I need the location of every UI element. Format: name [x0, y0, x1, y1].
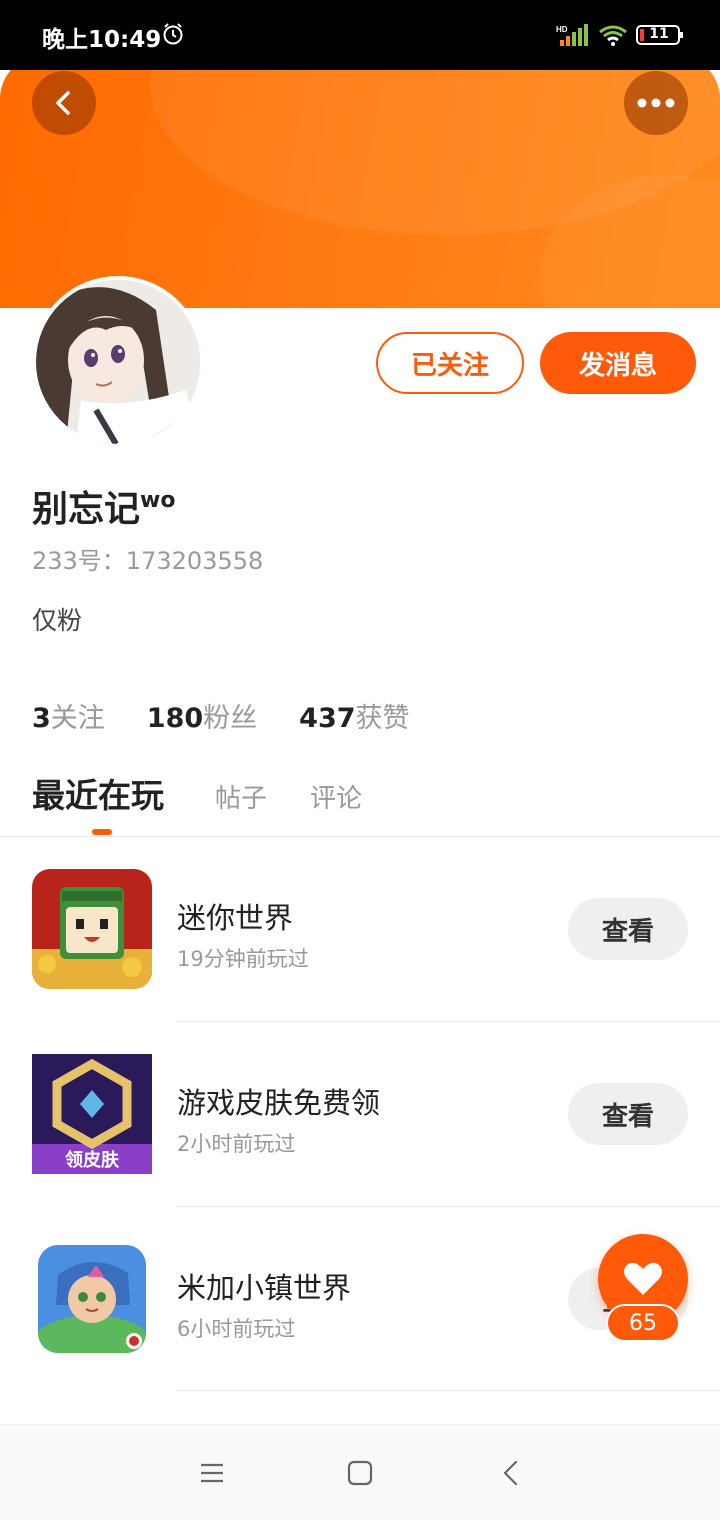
wifi-icon: [599, 25, 627, 46]
skin-icon-text: 领皮肤: [65, 1149, 120, 1171]
menu-icon[interactable]: [198, 1459, 226, 1487]
username: 别忘记wo: [32, 480, 175, 532]
status-bar: 晚上10:49 HD 11: [0, 0, 720, 70]
svg-text:HD: HD: [556, 25, 568, 34]
more-dots-icon: [637, 98, 675, 108]
profile-stats: 3关注 180粉丝 437获赞: [32, 696, 410, 735]
game-last-played: 19分钟前玩过: [177, 947, 309, 971]
view-game-button[interactable]: 查看: [568, 898, 688, 960]
cellular-signal-icon: HD: [556, 24, 588, 46]
view-game-button[interactable]: 查看: [568, 1083, 688, 1145]
tab-recently-played[interactable]: 最近在玩: [32, 769, 164, 817]
game-last-played: 6小时前玩过: [177, 1317, 296, 1341]
heart-icon: [624, 1262, 662, 1295]
back-button[interactable]: [32, 71, 96, 135]
battery-level: 11: [649, 26, 669, 42]
stat-followers[interactable]: 180粉丝: [147, 696, 257, 735]
back-nav-icon[interactable]: [498, 1459, 526, 1487]
home-icon[interactable]: [346, 1459, 374, 1487]
stat-likes[interactable]: 437获赞: [299, 696, 409, 735]
stat-value: 3: [32, 703, 51, 734]
active-tab-indicator: [92, 829, 112, 835]
game-list-item[interactable]: 迷你世界 19分钟前玩过 查看: [0, 837, 720, 1022]
username-suffix: wo: [140, 488, 176, 513]
send-message-button[interactable]: 发消息: [540, 332, 696, 394]
game-name: 迷你世界: [177, 901, 294, 935]
row-divider: [176, 1390, 720, 1391]
stat-value: 180: [146, 703, 204, 734]
stat-following[interactable]: 3关注: [32, 696, 105, 735]
game-list-item[interactable]: 领皮肤 游戏皮肤免费领 2小时前玩过 查看: [0, 1022, 720, 1207]
user-id: 233号：173203558: [32, 547, 264, 575]
system-navigation-bar: [0, 1424, 720, 1520]
game-last-played: 2小时前玩过: [177, 1132, 296, 1156]
like-count-badge: 65: [606, 1304, 680, 1342]
game-name: 米加小镇世界: [177, 1271, 352, 1305]
stat-label: 获赞: [355, 703, 410, 734]
game-name: 游戏皮肤免费领: [177, 1086, 381, 1120]
stat-value: 437: [299, 703, 356, 734]
tab-posts[interactable]: 帖子: [215, 778, 267, 815]
followed-button[interactable]: 已关注: [376, 332, 524, 394]
avatar-image: [36, 280, 200, 444]
avatar[interactable]: [32, 276, 204, 448]
game-icon-mini-world: [32, 869, 152, 989]
more-options-button[interactable]: [624, 71, 688, 135]
user-bio: 仅粉: [32, 606, 83, 635]
tab-comments[interactable]: 评论: [310, 778, 362, 815]
profile-banner: [0, 55, 720, 308]
status-time: 晚上10:49: [42, 27, 162, 53]
game-icon-miga-town: [38, 1245, 146, 1353]
stat-label: 粉丝: [203, 703, 258, 734]
username-text: 别忘记: [32, 489, 141, 530]
game-icon-skin: 领皮肤: [32, 1054, 152, 1174]
chevron-left-icon: [56, 91, 70, 115]
alarm-icon: [163, 23, 183, 45]
stat-label: 关注: [50, 703, 105, 734]
